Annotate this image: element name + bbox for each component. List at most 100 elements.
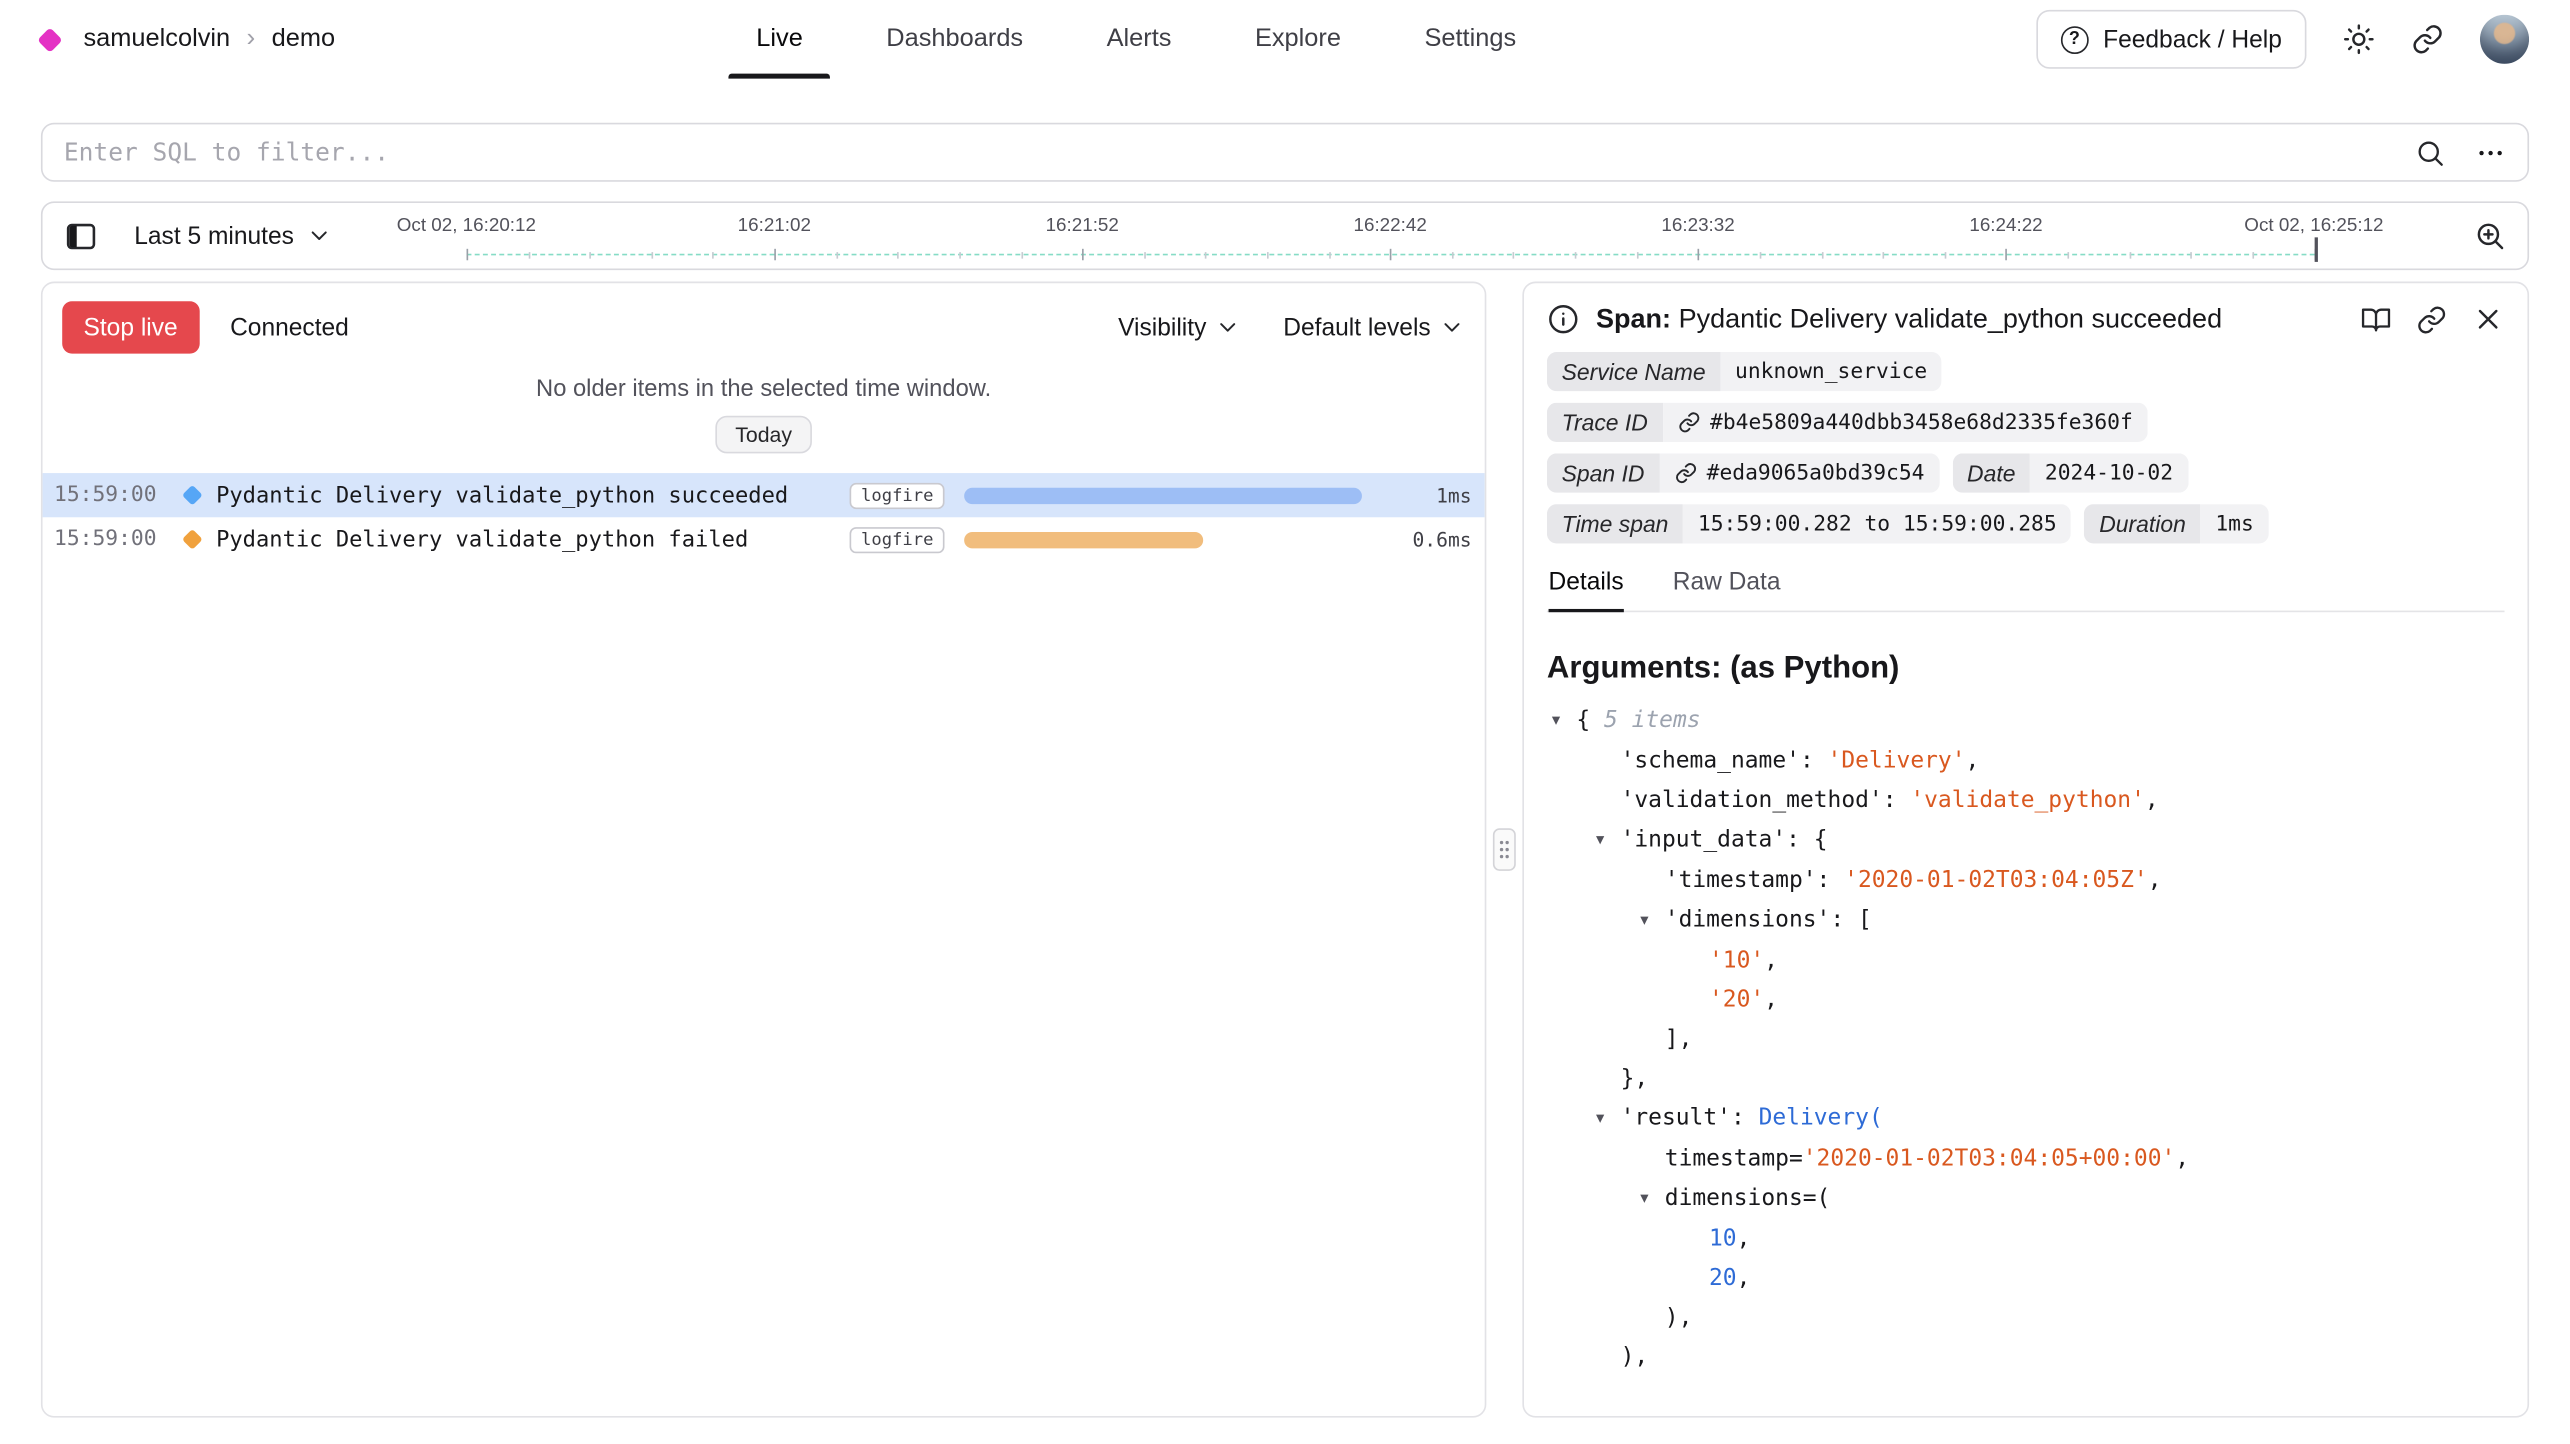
- tab-raw-data[interactable]: Raw Data: [1673, 568, 1781, 611]
- top-nav: samuelcolvin › demo Live Dashboards Alerts…: [0, 0, 2570, 79]
- copy-link-icon[interactable]: [2416, 304, 2447, 335]
- timeline-minor-tick: [897, 252, 899, 259]
- timeline-minor-tick: [1452, 252, 1454, 259]
- chevron-down-icon: [1439, 314, 1465, 340]
- token-str: '10': [1709, 948, 1764, 974]
- more-options-icon[interactable]: [2475, 137, 2506, 168]
- tab-details[interactable]: Details: [1549, 568, 1624, 611]
- attribute-badge-service-name: Service Nameunknown_service: [1547, 352, 1942, 391]
- attribute-label: Date: [1952, 453, 2030, 492]
- time-range-dropdown[interactable]: Last 5 minutes: [134, 222, 331, 250]
- nav-tab-alerts[interactable]: Alerts: [1079, 0, 1200, 79]
- zoom-in-icon[interactable]: [2473, 219, 2506, 252]
- user-avatar[interactable]: [2480, 15, 2529, 64]
- log-row-tag[interactable]: logfire: [850, 526, 945, 552]
- token-plain: },: [1621, 1066, 1649, 1092]
- collapse-caret-icon[interactable]: ▾: [1640, 902, 1665, 941]
- log-row-duration-bar: [965, 487, 1362, 503]
- timeline-now-marker: [2314, 237, 2317, 262]
- nav-tab-dashboards[interactable]: Dashboards: [858, 0, 1050, 79]
- live-feed-panel: Stop live Connected Visibility Default l…: [41, 282, 1486, 1418]
- token-str: 'Delivery': [1828, 748, 1966, 774]
- span-attribute-badges: Service Nameunknown_service Trace ID#b4e5…: [1547, 352, 2505, 544]
- share-link-icon[interactable]: [2411, 23, 2444, 56]
- token-cls: Delivery(: [1759, 1105, 1883, 1131]
- tree-line: ▾'input_data': {: [1547, 820, 2505, 861]
- theme-toggle-icon[interactable]: [2342, 23, 2375, 56]
- sidebar-toggle-icon[interactable]: [64, 219, 98, 253]
- timeline-major-tick: [1698, 249, 1700, 260]
- tree-line: 20,: [1547, 1259, 2505, 1298]
- log-row[interactable]: 15:59:00Pydantic Delivery validate_pytho…: [43, 473, 1485, 517]
- span-detail-panel: Span: Pydantic Delivery validate_python …: [1522, 282, 2529, 1418]
- timeline-tick-label: 16:23:32: [1661, 216, 1734, 236]
- attribute-value: #eda9065a0bd39c54: [1659, 453, 1939, 492]
- chevron-down-icon: [305, 223, 331, 249]
- panel-splitter[interactable]: [1486, 282, 1522, 1418]
- docs-book-icon[interactable]: [2360, 304, 2391, 335]
- log-row-timestamp: 15:59:00: [54, 527, 175, 552]
- token-plain: ,: [1737, 1265, 1751, 1291]
- attribute-badge-trace-id: Trace ID#b4e5809a440dbb3458e68d2335fe360…: [1547, 403, 2148, 442]
- attribute-badge-date: Date2024-10-02: [1952, 453, 2187, 492]
- log-row-duration: 1ms: [1393, 484, 1472, 507]
- main-content: Stop live Connected Visibility Default l…: [41, 282, 2529, 1418]
- attribute-badge-time-span: Time span15:59:00.282 to 15:59:00.285: [1547, 504, 2071, 543]
- timeline-minor-tick: [590, 252, 592, 259]
- timeline-minor-tick: [1636, 252, 1638, 259]
- token-key: 'input_data': [1621, 827, 1787, 853]
- attribute-badge-span-id: Span ID#eda9065a0bd39c54: [1547, 453, 1939, 492]
- logfire-logo-icon[interactable]: [37, 27, 62, 52]
- question-icon: ?: [2061, 25, 2089, 53]
- token-plain: ,: [2175, 1146, 2189, 1172]
- nav-tab-explore[interactable]: Explore: [1227, 0, 1369, 79]
- collapse-caret-icon[interactable]: ▾: [1596, 822, 1621, 861]
- tree-line: ▾'result': Delivery(: [1547, 1098, 2505, 1139]
- timeline-minor-tick: [713, 252, 715, 259]
- timeline-minor-tick: [2068, 252, 2070, 259]
- attribute-value: 2024-10-02: [2030, 453, 2188, 492]
- span-title-label: Span:: [1596, 304, 1671, 333]
- feedback-help-button[interactable]: ? Feedback / Help: [2036, 10, 2306, 69]
- timeline-minor-tick: [1329, 252, 1331, 259]
- sql-filter-input[interactable]: [64, 138, 2385, 167]
- nav-right-cluster: ? Feedback / Help: [2036, 10, 2529, 69]
- close-icon[interactable]: [2472, 303, 2505, 336]
- collapse-caret-icon[interactable]: ▾: [1596, 1100, 1621, 1139]
- chevron-down-icon: [1215, 314, 1241, 340]
- token-plain: : {: [1786, 827, 1827, 853]
- nav-tab-live[interactable]: Live: [728, 0, 830, 79]
- app-viewport: samuelcolvin › demo Live Dashboards Alerts…: [0, 0, 2570, 1444]
- timeline-tick-label: Oct 02, 16:20:12: [397, 216, 536, 236]
- tree-line: },: [1547, 1059, 2505, 1098]
- token-key: 'schema_name': [1621, 748, 1800, 774]
- timeline-major-tick: [1082, 249, 1084, 260]
- token-str: '2020-01-02T03:04:05Z': [1844, 868, 2148, 894]
- breadcrumb-separator-icon: ›: [247, 25, 256, 54]
- log-row[interactable]: 15:59:00Pydantic Delivery validate_pytho…: [43, 517, 1485, 561]
- collapse-caret-icon[interactable]: ▾: [1640, 1180, 1665, 1219]
- breadcrumb-project[interactable]: demo: [272, 25, 335, 54]
- attribute-badge-duration: Duration1ms: [2084, 504, 2268, 543]
- nav-tab-settings[interactable]: Settings: [1397, 0, 1544, 79]
- breadcrumb-org[interactable]: samuelcolvin: [83, 25, 230, 54]
- timeline[interactable]: Oct 02, 16:20:1216:21:0216:21:5216:22:42…: [364, 203, 2447, 268]
- log-row-tag[interactable]: logfire: [850, 482, 945, 508]
- visibility-dropdown[interactable]: Visibility: [1118, 313, 1241, 341]
- token-plain: : [: [1830, 907, 1871, 933]
- attribute-value: unknown_service: [1720, 352, 1942, 391]
- stop-live-button[interactable]: Stop live: [62, 301, 199, 353]
- span-title-text: Pydantic Delivery validate_python succee…: [1679, 304, 2223, 333]
- collapse-caret-icon[interactable]: ▾: [1552, 702, 1577, 741]
- attribute-label: Duration: [2084, 504, 2200, 543]
- splitter-grip-icon[interactable]: [1493, 828, 1516, 871]
- token-plain: dimensions=(: [1665, 1185, 1831, 1211]
- search-icon[interactable]: [2414, 137, 2445, 168]
- time-range-label: Last 5 minutes: [134, 222, 294, 250]
- timeline-minor-tick: [1821, 252, 1823, 259]
- token-str: '20': [1709, 987, 1764, 1013]
- token-key: 'timestamp': [1665, 868, 1817, 894]
- default-levels-dropdown[interactable]: Default levels: [1283, 313, 1465, 341]
- breadcrumb: samuelcolvin › demo: [41, 25, 335, 54]
- timeline-tick-label: 16:21:02: [738, 216, 811, 236]
